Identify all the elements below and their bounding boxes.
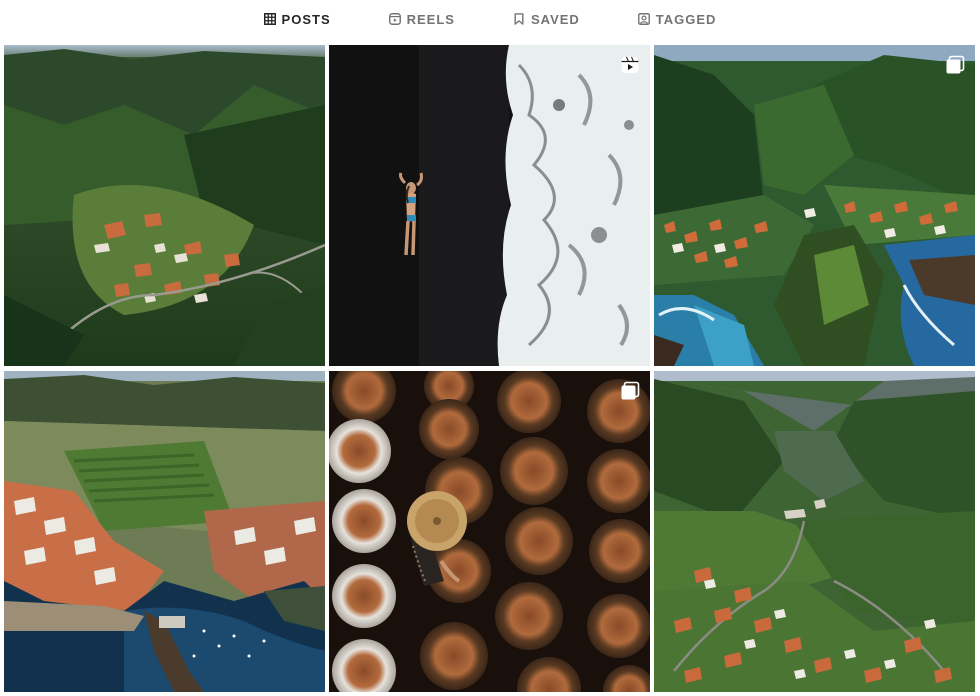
- post-image: [654, 371, 975, 692]
- post-tile[interactable]: [654, 371, 975, 692]
- post-image: [654, 45, 975, 366]
- post-image: [329, 371, 650, 692]
- post-tile[interactable]: [329, 371, 650, 692]
- tab-reels[interactable]: REELS: [388, 0, 455, 38]
- post-tile[interactable]: [654, 45, 975, 366]
- tab-saved[interactable]: SAVED: [513, 0, 580, 38]
- bookmark-icon: [513, 13, 525, 25]
- posts-grid: [4, 45, 976, 693]
- grid-icon: [263, 13, 276, 25]
- tag-portrait-icon: [637, 13, 650, 25]
- tab-tagged-label: TAGGED: [655, 11, 717, 27]
- tab-tagged[interactable]: TAGGED: [637, 0, 717, 38]
- reel-icon: [620, 55, 640, 75]
- reels-icon: [388, 13, 401, 25]
- carousel-icon: [620, 381, 640, 401]
- post-image: [329, 45, 650, 366]
- post-image: [4, 371, 325, 692]
- carousel-icon: [945, 55, 965, 75]
- tab-saved-label: SAVED: [530, 11, 580, 27]
- tab-posts[interactable]: POSTS: [263, 0, 331, 38]
- post-tile[interactable]: [4, 371, 325, 692]
- profile-tab-bar: POSTS REELS SAVED TAGGED: [0, 0, 980, 38]
- tab-posts-label: POSTS: [281, 11, 331, 27]
- tab-reels-label: REELS: [406, 11, 455, 27]
- post-tile[interactable]: [4, 45, 325, 366]
- post-image: [4, 45, 325, 366]
- post-tile[interactable]: [329, 45, 650, 366]
